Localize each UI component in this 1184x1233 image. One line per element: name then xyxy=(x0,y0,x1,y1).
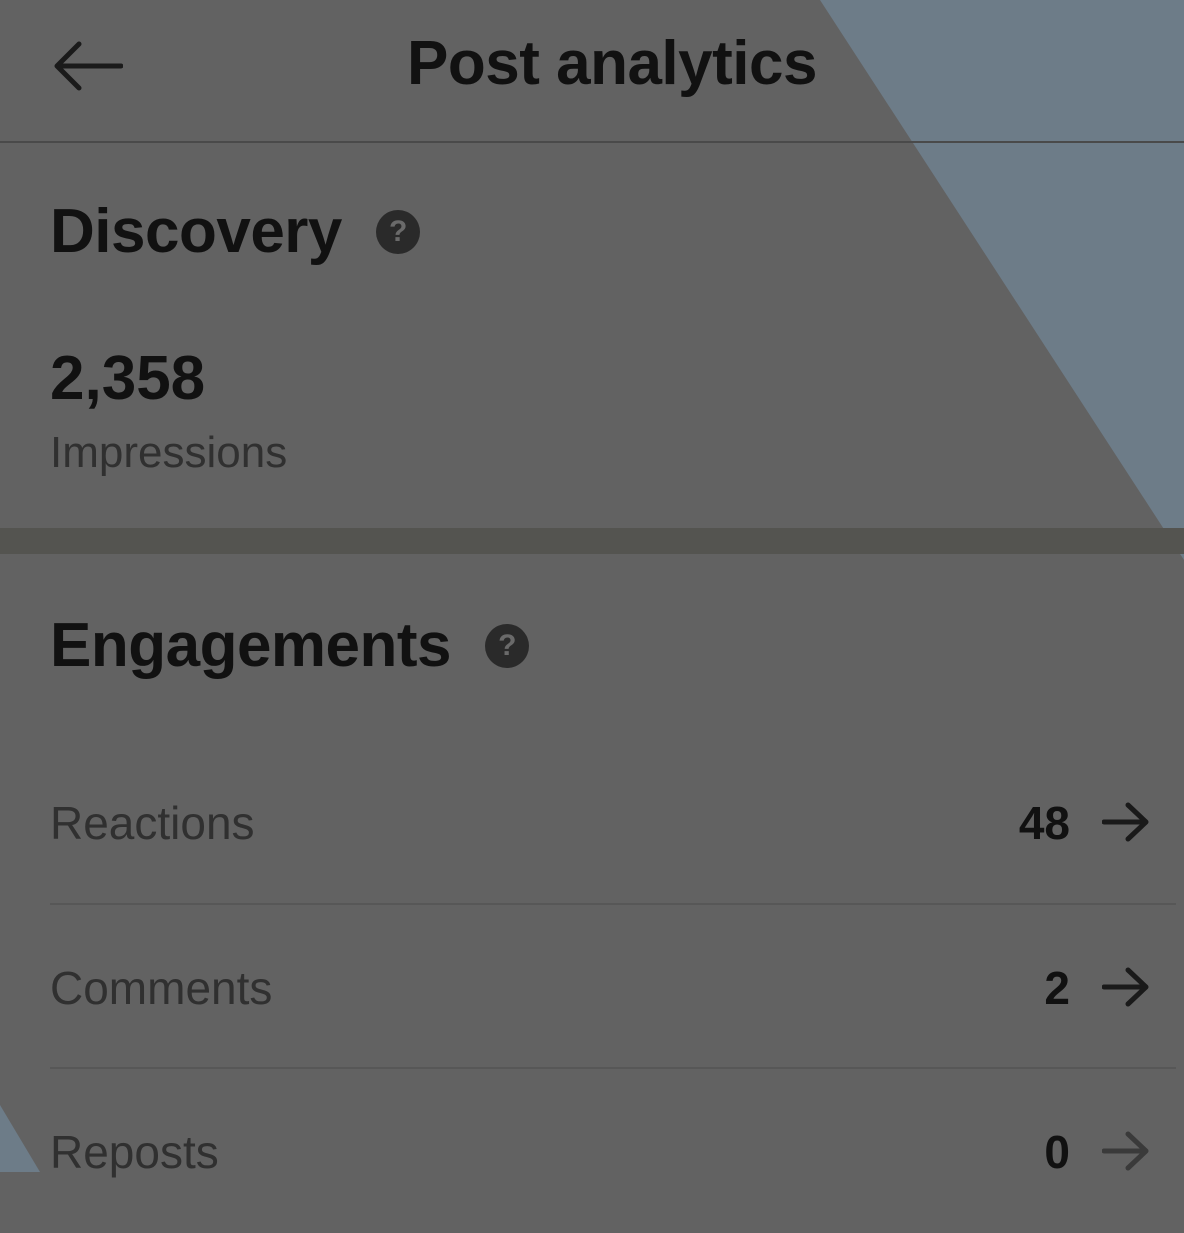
section-divider xyxy=(0,528,1184,554)
reactions-count: 48 xyxy=(1018,797,1070,849)
comments-row[interactable]: Comments 2 xyxy=(50,905,1176,1069)
question-circle-icon[interactable]: ? xyxy=(375,209,420,254)
arrow-right-icon xyxy=(1102,802,1149,842)
reposts-row[interactable]: Reposts 0 xyxy=(50,1069,1176,1233)
question-circle-icon[interactable]: ? xyxy=(485,623,530,668)
impressions-value: 2,358 xyxy=(50,344,206,413)
comments-label: Comments xyxy=(50,962,273,1014)
discovery-title: Discovery xyxy=(50,197,342,266)
engagements-title: Engagements xyxy=(50,611,452,680)
discovery-section-header: Discovery ? xyxy=(50,196,420,267)
comments-count: 2 xyxy=(1044,962,1070,1014)
reactions-row[interactable]: Reactions 48 xyxy=(50,740,1176,904)
engagements-section-header: Engagements ? xyxy=(50,610,530,681)
arrow-right-icon xyxy=(1102,967,1149,1007)
arrow-right-icon xyxy=(1102,1131,1149,1171)
reactions-label: Reactions xyxy=(50,797,255,849)
impressions-label: Impressions xyxy=(50,428,288,477)
top-app-bar: Post analytics xyxy=(0,0,1184,143)
reposts-count: 0 xyxy=(1044,1126,1070,1178)
reposts-label: Reposts xyxy=(50,1126,219,1178)
page-title: Post analytics xyxy=(407,29,817,98)
